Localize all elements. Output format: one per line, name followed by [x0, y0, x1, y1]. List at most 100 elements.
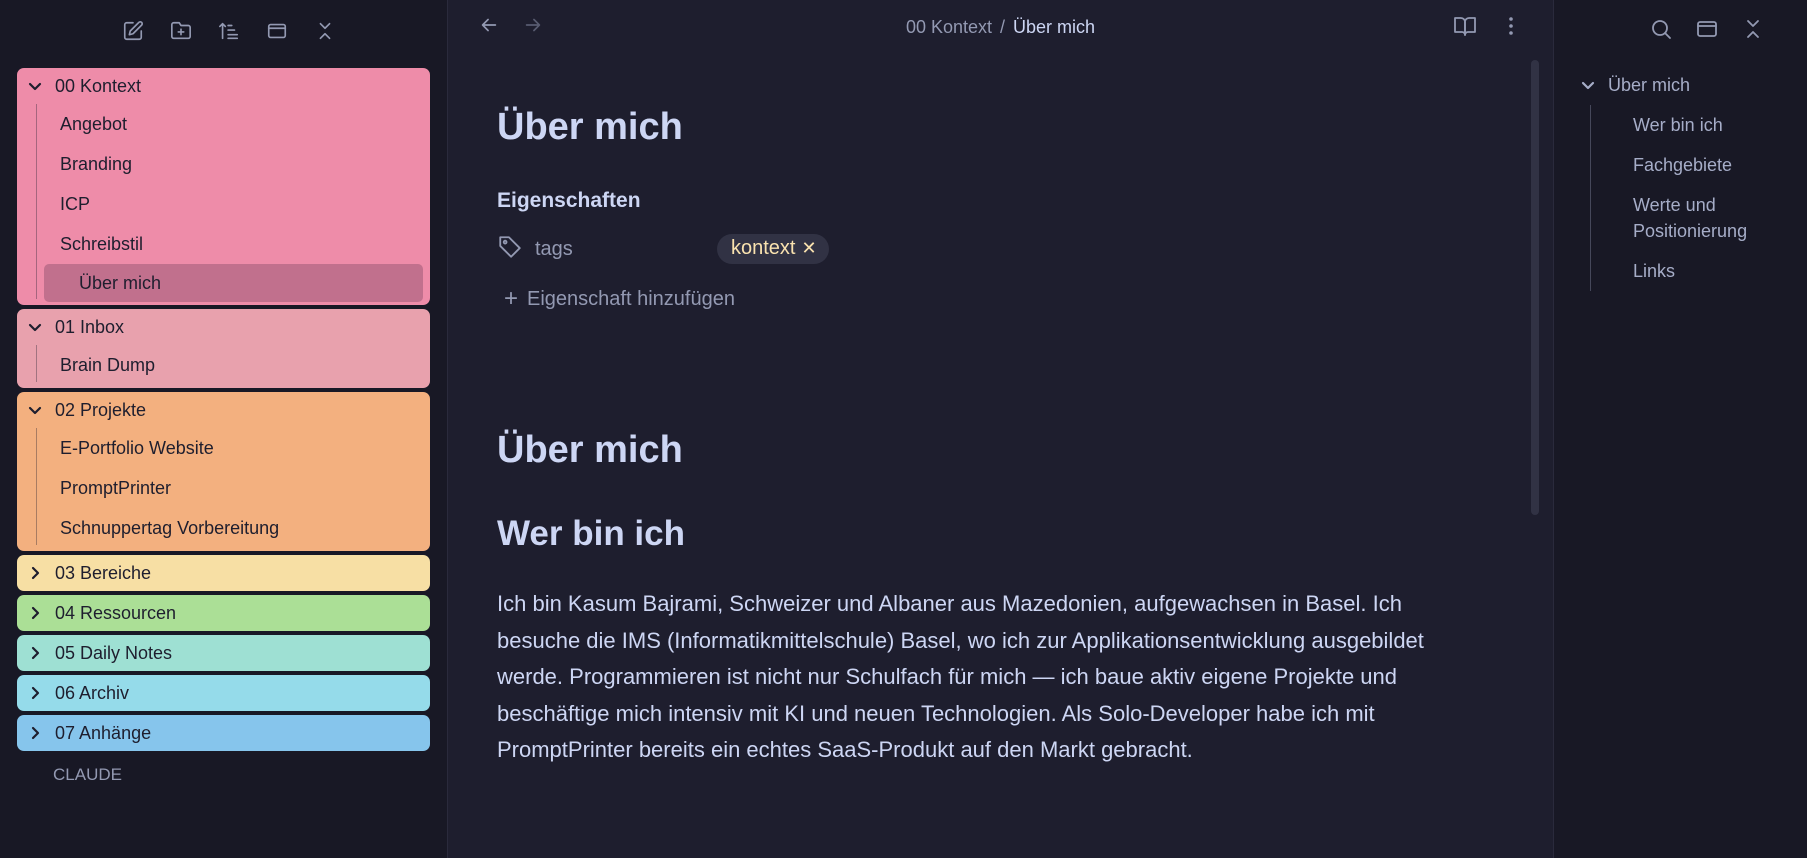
- editor-header: 00 Kontext / Über mich: [448, 0, 1553, 54]
- layout-icon[interactable]: [1695, 17, 1719, 46]
- outline-sidebar: Über mich Wer bin ich Fachgebiete Werte …: [1554, 0, 1807, 858]
- folder-03-bereiche[interactable]: 03 Bereiche: [17, 555, 430, 591]
- outline-children: Wer bin ich Fachgebiete Werte und Positi…: [1590, 105, 1807, 291]
- folder-02-projekte: 02 Projekte E-Portfolio Website PromptPr…: [17, 392, 430, 551]
- editor-pane: 00 Kontext / Über mich Über mich Eigensc…: [448, 0, 1554, 858]
- file-item[interactable]: Angebot: [17, 104, 430, 144]
- new-folder-icon[interactable]: [168, 18, 194, 44]
- folder-label: 07 Anhänge: [55, 722, 152, 743]
- add-property-button[interactable]: + Eigenschaft hinzufügen: [497, 287, 1497, 311]
- outline-root[interactable]: Über mich: [1580, 67, 1807, 103]
- folder-label: 04 Ressourcen: [55, 602, 177, 623]
- tag-label: kontext: [731, 237, 796, 259]
- folder-07-anhaenge[interactable]: 07 Anhänge: [17, 715, 430, 751]
- editor-scrollbar[interactable]: [1531, 60, 1539, 515]
- folder-label: 01 Inbox: [55, 316, 125, 337]
- collapse-all-icon[interactable]: [1741, 17, 1765, 46]
- app-window: 00 Kontext Angebot Branding ICP Schreibs…: [0, 0, 1807, 858]
- folder-label: 00 Kontext: [55, 75, 142, 96]
- file-tree: 00 Kontext Angebot Branding ICP Schreibs…: [0, 62, 447, 795]
- folder-header[interactable]: 07 Anhänge: [17, 715, 430, 751]
- chevron-right-icon: [27, 725, 43, 741]
- back-arrow-icon[interactable]: [478, 14, 500, 41]
- layout-icon[interactable]: [264, 18, 290, 44]
- chevron-right-icon: [27, 605, 43, 621]
- note-title[interactable]: Über mich: [497, 106, 1497, 149]
- file-label: ICP: [60, 193, 91, 214]
- folder-children: E-Portfolio Website PromptPrinter Schnup…: [36, 428, 430, 551]
- outline-item[interactable]: Links: [1633, 251, 1807, 291]
- heading-1: Über mich: [497, 429, 683, 471]
- folder-label: 02 Projekte: [55, 399, 147, 420]
- folder-header[interactable]: 02 Projekte: [17, 392, 430, 428]
- property-row-tags: tags kontext ✕: [497, 233, 1497, 265]
- folder-header[interactable]: 04 Ressourcen: [17, 595, 430, 631]
- folder-01-inbox: 01 Inbox Brain Dump: [17, 309, 430, 388]
- folder-header[interactable]: 00 Kontext: [17, 68, 430, 104]
- file-label: PromptPrinter: [60, 477, 172, 498]
- chevron-right-icon: [27, 645, 43, 661]
- more-options-icon[interactable]: [1499, 14, 1523, 43]
- chevron-right-icon: [27, 685, 43, 701]
- folder-06-archiv[interactable]: 06 Archiv: [17, 675, 430, 711]
- file-label: Schnuppertag Vorbereitung: [60, 517, 280, 538]
- folder-header[interactable]: 01 Inbox: [17, 309, 430, 345]
- folder-children: Brain Dump: [36, 345, 430, 388]
- outline-toolbar: [1554, 0, 1807, 62]
- folder-label: 03 Bereiche: [55, 562, 152, 583]
- properties-heading[interactable]: Eigenschaften: [497, 189, 1497, 213]
- breadcrumb-parent[interactable]: 00 Kontext: [906, 17, 992, 38]
- file-label: Brain Dump: [60, 354, 156, 375]
- file-item-active[interactable]: Über mich: [44, 264, 423, 302]
- paragraph: Ich bin Kasum Bajrami, Schweizer und Alb…: [497, 591, 1424, 762]
- forward-arrow-icon[interactable]: [522, 14, 544, 41]
- heading-2: Wer bin ich: [497, 514, 685, 553]
- file-label: Über mich: [79, 272, 162, 293]
- file-label: E-Portfolio Website: [60, 437, 214, 458]
- breadcrumb-current[interactable]: Über mich: [1013, 17, 1095, 38]
- note-content: Über mich Eigenschaften tags kontext ✕ +…: [497, 54, 1497, 769]
- file-item[interactable]: Branding: [17, 144, 430, 184]
- property-key[interactable]: tags: [535, 238, 717, 261]
- tag-pill[interactable]: kontext ✕: [717, 234, 829, 264]
- folder-05-daily-notes[interactable]: 05 Daily Notes: [17, 635, 430, 671]
- folder-header[interactable]: 06 Archiv: [17, 675, 430, 711]
- folder-04-ressourcen[interactable]: 04 Ressourcen: [17, 595, 430, 631]
- outline: Über mich Wer bin ich Fachgebiete Werte …: [1554, 62, 1807, 291]
- file-item[interactable]: E-Portfolio Website: [17, 428, 430, 468]
- file-item[interactable]: Schreibstil: [17, 224, 430, 264]
- file-item[interactable]: PromptPrinter: [17, 468, 430, 508]
- reading-view-icon[interactable]: [1453, 14, 1477, 43]
- folder-00-kontext: 00 Kontext Angebot Branding ICP Schreibs…: [17, 68, 430, 305]
- folder-header[interactable]: 03 Bereiche: [17, 555, 430, 591]
- collapse-all-icon[interactable]: [312, 18, 338, 44]
- file-label: Schreibstil: [60, 233, 144, 254]
- file-label: CLAUDE: [53, 765, 122, 784]
- outline-root-label: Über mich: [1608, 74, 1691, 95]
- nav-arrows: [448, 14, 544, 41]
- file-label: Angebot: [60, 113, 128, 134]
- folder-label: 05 Daily Notes: [55, 642, 173, 663]
- breadcrumb-separator: /: [1000, 16, 1006, 37]
- outline-item[interactable]: Wer bin ich: [1633, 105, 1807, 145]
- file-explorer-sidebar: 00 Kontext Angebot Branding ICP Schreibs…: [0, 0, 448, 858]
- chevron-down-icon: [27, 319, 43, 335]
- chevron-down-icon: [1580, 77, 1596, 93]
- file-item[interactable]: Brain Dump: [17, 345, 430, 385]
- new-note-icon[interactable]: [120, 18, 146, 44]
- chevron-down-icon: [27, 78, 43, 94]
- outline-item[interactable]: Werte und Positionierung: [1633, 185, 1807, 251]
- editor-actions: [1453, 14, 1523, 43]
- folder-label: 06 Archiv: [55, 682, 130, 703]
- folder-header[interactable]: 05 Daily Notes: [17, 635, 430, 671]
- search-icon[interactable]: [1649, 17, 1673, 46]
- file-label: Branding: [60, 153, 133, 174]
- close-icon[interactable]: ✕: [801, 238, 816, 259]
- file-item-claude[interactable]: CLAUDE: [17, 755, 430, 795]
- add-property-label: Eigenschaft hinzufügen: [527, 287, 735, 310]
- file-item[interactable]: Schnuppertag Vorbereitung: [17, 508, 430, 548]
- sort-icon[interactable]: [216, 18, 242, 44]
- outline-item[interactable]: Fachgebiete: [1633, 145, 1807, 185]
- file-item[interactable]: ICP: [17, 184, 430, 224]
- chevron-down-icon: [27, 402, 43, 418]
